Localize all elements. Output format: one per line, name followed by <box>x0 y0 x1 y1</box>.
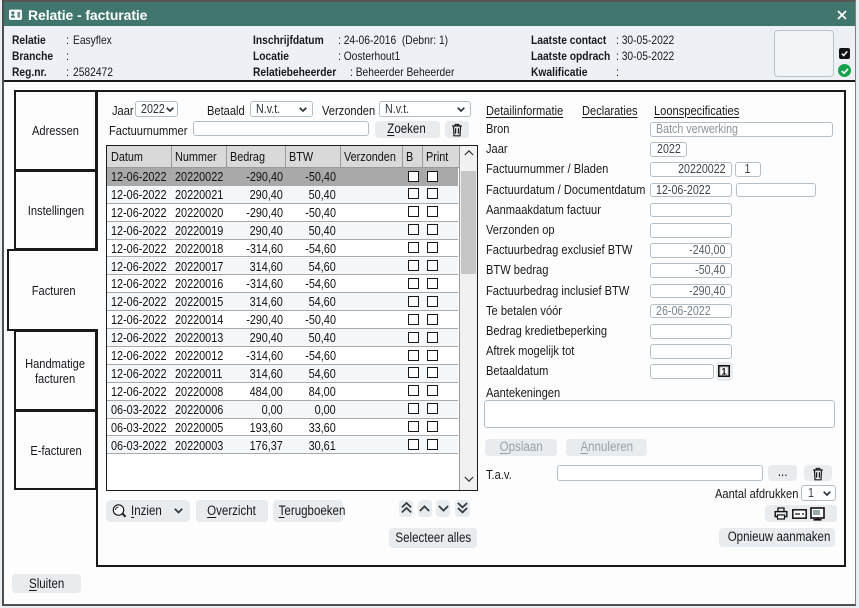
svg-text:1: 1 <box>721 366 726 376</box>
